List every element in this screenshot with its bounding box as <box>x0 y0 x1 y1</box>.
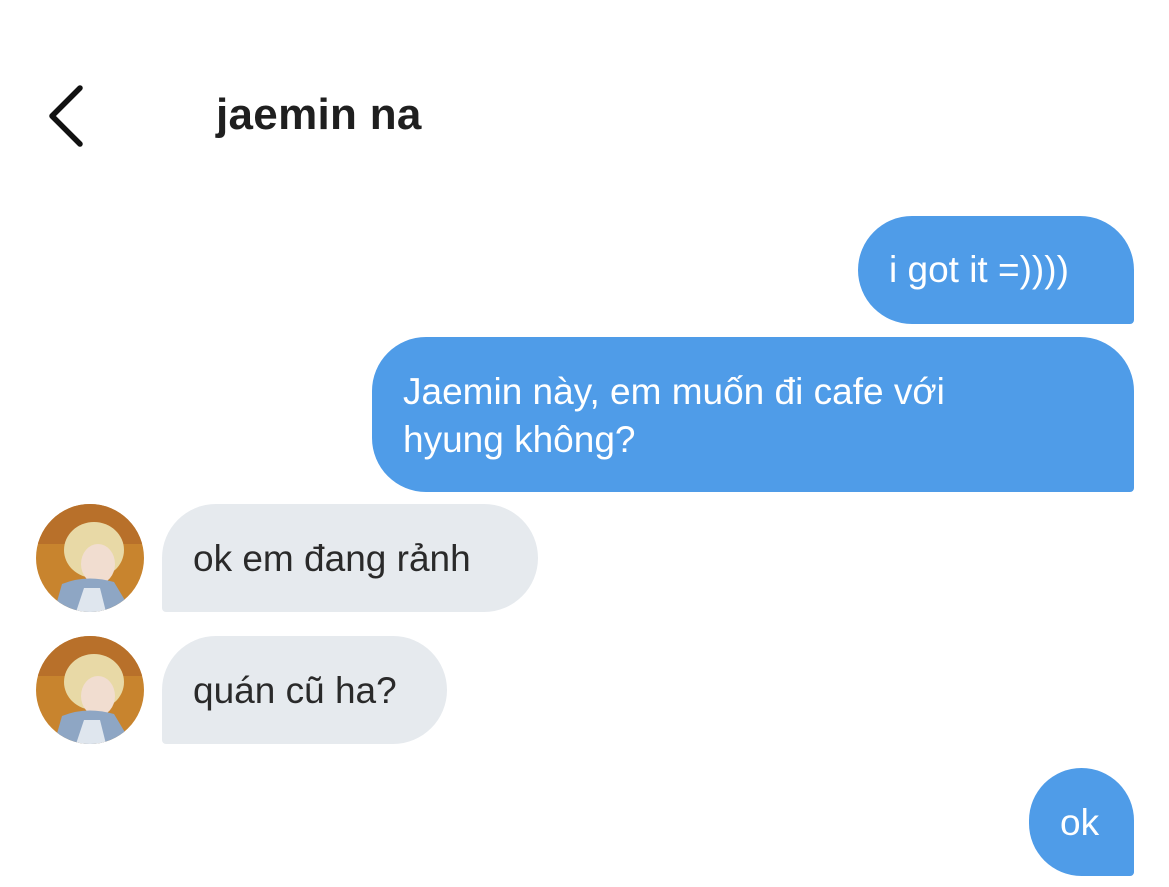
message-bubble-outgoing[interactable]: ok <box>1029 768 1134 876</box>
contact-avatar[interactable] <box>36 636 144 744</box>
chat-header: jaemin na <box>0 0 1169 180</box>
avatar-image <box>36 504 144 612</box>
message-text: i got it =)))) <box>889 249 1069 290</box>
chevron-left-icon <box>49 85 83 147</box>
message-text: ok em đang rảnh <box>193 538 471 579</box>
message-text-line: hyung không? <box>403 419 636 460</box>
message-bubble-outgoing[interactable]: Jaemin này, em muốn đi cafe với hyung kh… <box>372 337 1134 492</box>
message-text: ok <box>1060 802 1100 843</box>
message-text: quán cũ ha? <box>193 670 397 711</box>
message-bubble-incoming[interactable]: quán cũ ha? <box>162 636 447 744</box>
message-bubble-incoming[interactable]: ok em đang rảnh <box>162 504 538 612</box>
contact-name-title: jaemin na <box>216 90 422 139</box>
contact-avatar[interactable] <box>36 504 144 612</box>
back-button[interactable] <box>40 80 96 152</box>
message-text-line: Jaemin này, em muốn đi cafe với <box>403 371 945 412</box>
avatar-image <box>36 636 144 744</box>
message-bubble-outgoing[interactable]: i got it =)))) <box>858 216 1134 324</box>
